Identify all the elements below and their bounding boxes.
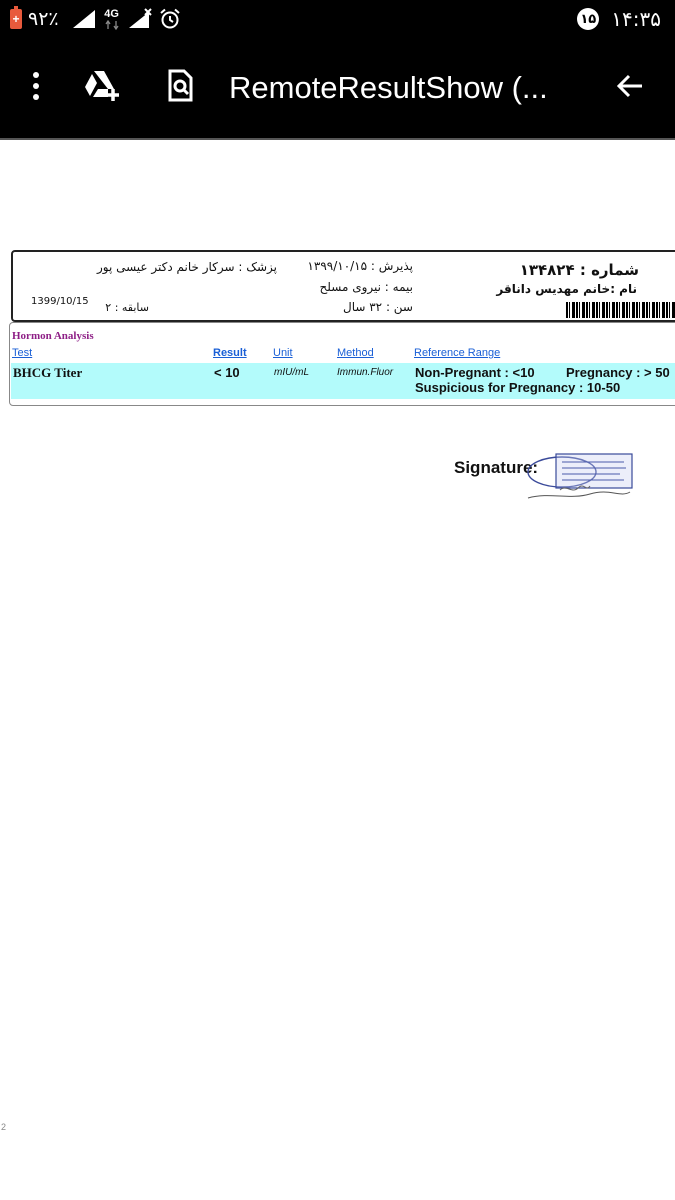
status-left: ۹۲٪ 4G [10, 6, 181, 32]
column-header-method: Method [337, 347, 374, 359]
barcode [566, 302, 675, 318]
report-date: 1399/10/15 [31, 296, 89, 307]
insurance: بیمه : نیروی مسلح [319, 280, 413, 294]
signal-no-data-icon [128, 8, 152, 28]
drive-add-icon[interactable] [80, 64, 124, 108]
patient-header: شماره : ۱۳۴۸۲۴ نام :خانم مهدیس داناقر پذ… [11, 250, 675, 322]
reference-pregnancy: Pregnancy : > 50 [566, 365, 670, 380]
more-vert-icon[interactable] [14, 64, 58, 108]
document-view[interactable]: شماره : ۱۳۴۸۲۴ نام :خانم مهدیس داناقر پذ… [0, 142, 675, 1200]
column-header-test: Test [12, 347, 33, 359]
column-header-reference-range: Reference Range [414, 347, 501, 359]
battery-icon [10, 6, 22, 29]
status-bar: ۹۲٪ 4G ۱۵ ۱۴:۳۵ [0, 0, 675, 38]
stamp-signature-icon [527, 453, 633, 499]
test-name: BHCG Titer [13, 365, 83, 380]
column-header-result: Result [213, 347, 247, 359]
data-arrows-icon [105, 19, 119, 30]
test-method: Immun.Fluor [337, 367, 394, 378]
patient-age: سن : ۳۲ سال [342, 300, 413, 314]
find-in-page-icon[interactable] [158, 64, 202, 108]
reception-date: پذیرش : ۱۳۹۹/۱۰/۱۵ [307, 259, 413, 273]
page-number: 2 [1, 1122, 7, 1132]
test-unit: mIU/mL [274, 367, 309, 378]
reference-non-pregnant: Non-Pregnant : <10 [415, 365, 535, 380]
battery-level: ۹۲٪ [28, 8, 59, 30]
clock: ۱۴:۳۵ [611, 7, 661, 31]
results-table: Hormon Analysis Test Result Unit Method … [9, 322, 675, 406]
section-title: Hormon Analysis [12, 330, 94, 342]
doctor-name: پزشک : سرکار خانم دکتر عیسی پور [96, 260, 277, 274]
patient-name: نام :خانم مهدیس داناقر [496, 282, 637, 296]
alarm-icon [159, 8, 180, 29]
network-label: 4G [104, 7, 119, 20]
history: سابقه : ۲ [105, 301, 149, 314]
network-type: 4G [103, 7, 121, 30]
status-right: ۱۵ ۱۴:۳۵ [577, 6, 661, 32]
table-row: BHCG Titer < 10 mIU/mL Immun.Fluor Non-P… [11, 363, 675, 399]
back-arrow-icon[interactable] [608, 64, 652, 108]
signal-icon [72, 10, 95, 28]
notification-badge: ۱۵ [577, 8, 600, 30]
report-number: شماره : ۱۳۴۸۲۴ [519, 261, 639, 279]
app-title: RemoteResultShow (... [229, 70, 548, 105]
app-bar: RemoteResultShow (... [0, 38, 675, 140]
test-result: < 10 [214, 365, 240, 380]
reference-suspicious: Suspicious for Pregnancy : 10-50 [415, 380, 621, 395]
column-header-unit: Unit [273, 347, 293, 359]
